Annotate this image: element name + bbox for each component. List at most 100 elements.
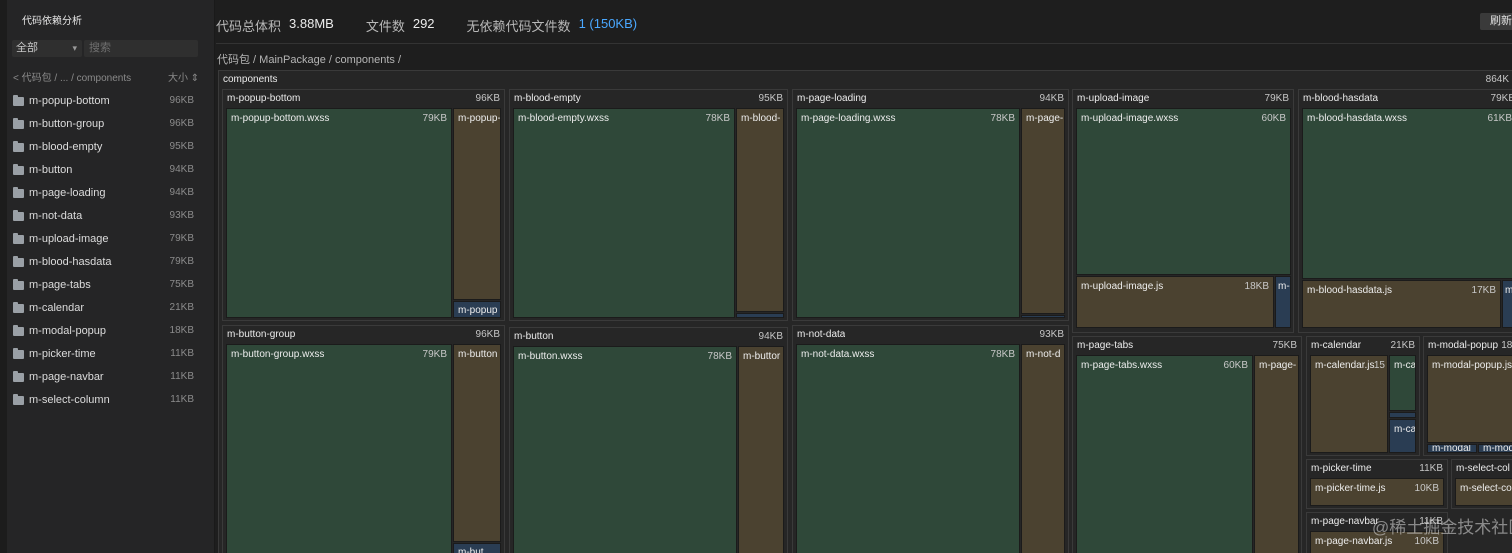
treemap-tile[interactable]: m-not-data.wxss 78KB <box>796 344 1020 553</box>
list-item[interactable]: m-button 94KB <box>0 159 215 182</box>
treemap-tile[interactable]: m-blood-hasdata.js 17KB <box>1302 280 1501 328</box>
folder-icon <box>13 302 24 313</box>
panel-title: 代码依赖分析 <box>22 16 82 27</box>
treemap-tile[interactable]: m-buttor <box>738 346 784 553</box>
sort-by-size-button[interactable]: 大小 ⇕ <box>168 69 199 84</box>
group-size: 11KB <box>1419 463 1443 474</box>
treemap-tile[interactable]: m-blood-hasdata.wxss 61KB <box>1302 108 1512 279</box>
treemap-tile[interactable]: m-button <box>453 344 501 542</box>
treemap-tile[interactable]: m- <box>1275 276 1291 328</box>
list-item[interactable]: m-page-tabs 75KB <box>0 274 215 297</box>
list-item[interactable]: m-popup-bottom 96KB <box>0 90 215 113</box>
treemap-tile[interactable]: m-popup <box>453 301 501 318</box>
filter-select-value: 全部 <box>16 42 38 54</box>
treemap-tile[interactable]: m-upload-image.js 18KB <box>1076 276 1274 328</box>
treemap-tile[interactable]: m-ca <box>1389 419 1416 453</box>
treemap-tile[interactable]: m-page- <box>1021 108 1065 314</box>
list-item[interactable]: m-blood-empty 95KB <box>0 136 215 159</box>
group-size: 79KB <box>1264 93 1289 104</box>
tile-name: m-mod <box>1483 444 1512 453</box>
tile-size: 78KB <box>705 113 730 124</box>
treemap-group[interactable]: m-not-data 93KB m-not-data.wxss 78KB m-no… <box>792 325 1069 553</box>
sidebar-breadcrumb[interactable]: < 代码包 / ... / components <box>13 69 131 84</box>
treemap-group[interactable]: m-picker-time 11KB m-picker-time.js 10KB <box>1306 459 1448 509</box>
group-size: 96KB <box>475 93 500 104</box>
treemap-tile[interactable]: m-ca <box>1389 355 1416 411</box>
treemap-group[interactable]: m-blood-empty 95KB m-blood-empty.wxss 78K… <box>509 89 788 321</box>
treemap-tile[interactable]: m-upload-image.wxss 60KB <box>1076 108 1291 275</box>
treemap-tile[interactable]: m-page-loading.wxss 78KB <box>796 108 1020 318</box>
treemap-group[interactable]: m-modal-popup 18K m-modal-popup.js m-mod… <box>1423 336 1512 456</box>
tile-name: m-popup- <box>458 113 501 124</box>
treemap-tile[interactable]: m-page- <box>1254 355 1299 553</box>
filter-select[interactable]: 全部 ▾ <box>12 40 82 57</box>
folder-icon <box>13 371 24 382</box>
treemap-tile[interactable]: m-calendar.js 15 <box>1310 355 1388 453</box>
tile-name: m-popup-bottom.wxss <box>231 113 330 124</box>
treemap-tile[interactable]: m-picker-time.js 10KB <box>1310 478 1444 506</box>
unused-files-link[interactable]: 1 (150KB) <box>579 16 638 34</box>
group-size: 79KB <box>1490 93 1512 104</box>
search-input[interactable]: 搜索 <box>84 40 198 57</box>
treemap-tile[interactable]: m-popup-bottom.wxss 79KB <box>226 108 452 318</box>
group-size: 75KB <box>1272 340 1297 351</box>
folder-size: 96KB <box>169 118 194 129</box>
group-size: 94KB <box>1039 93 1064 104</box>
tile-size: 60KB <box>1223 360 1248 371</box>
treemap-tile[interactable]: m-but <box>453 543 501 553</box>
treemap-group[interactable]: m-button 94KB m-button.wxss 78KB m-buttor <box>509 327 788 553</box>
treemap-tile[interactable]: m-mod <box>1478 444 1512 453</box>
list-item[interactable]: m-upload-image 79KB <box>0 228 215 251</box>
chevron-down-icon: ▾ <box>72 43 77 53</box>
list-item[interactable]: m-picker-time 11KB <box>0 343 215 366</box>
list-item[interactable]: m-page-loading 94KB <box>0 182 215 205</box>
treemap-tile[interactable]: m-button-group.wxss 79KB <box>226 344 452 553</box>
list-item[interactable]: m-blood-hasdata 79KB <box>0 251 215 274</box>
breadcrumb[interactable]: 代码包 / MainPackage / components / <box>217 51 401 67</box>
list-item[interactable]: m-page-navbar 11KB <box>0 366 215 389</box>
treemap-root[interactable]: components 864K m-popup-bottom 96KB m-po… <box>218 70 1512 553</box>
group-title: m-page-tabs <box>1077 340 1134 351</box>
treemap-group[interactable]: m-page-loading 94KB m-page-loading.wxss 7… <box>792 89 1069 321</box>
treemap-group[interactable]: m-page-tabs 75KB m-page-tabs.wxss 60KB m-… <box>1072 336 1302 553</box>
treemap-tile[interactable]: m-blood-empty.wxss 78KB <box>513 108 735 318</box>
treemap-tile[interactable] <box>1389 412 1416 418</box>
tile-size: 17KB <box>1471 285 1496 296</box>
treemap-group[interactable]: m-popup-bottom 96KB m-popup-bottom.wxss 7… <box>222 89 505 321</box>
sidebar: 代码依赖分析 全部 ▾ 搜索 < 代码包 / ... / components … <box>0 0 215 553</box>
treemap-tile[interactable]: m-modal <box>1427 444 1477 453</box>
list-item[interactable]: m-button-group 96KB <box>0 113 215 136</box>
group-size: 21KB <box>1390 340 1415 351</box>
treemap-tile[interactable]: m-button.wxss 78KB <box>513 346 737 553</box>
treemap-group[interactable]: m-blood-hasdata 79KB m-blood-hasdata.wxs… <box>1298 89 1512 333</box>
tile-name: m-picker-time.js <box>1315 483 1386 494</box>
treemap-tile[interactable]: m-page-tabs.wxss 60KB <box>1076 355 1253 553</box>
treemap-tile[interactable] <box>736 313 784 318</box>
list-item[interactable]: m-not-data 93KB <box>0 205 215 228</box>
group-title: m-page-navbar <box>1311 516 1379 527</box>
treemap-group[interactable]: m-calendar 21KB m-calendar.js 15 m-ca m-c… <box>1306 336 1420 456</box>
list-item[interactable]: m-calendar 21KB <box>0 297 215 320</box>
treemap-tile[interactable]: m-modal-popup.js <box>1427 355 1512 443</box>
treemap-tile[interactable]: m <box>1502 280 1512 328</box>
treemap-tile[interactable]: m-popup- <box>453 108 501 300</box>
treemap-group[interactable]: m-upload-image 79KB m-upload-image.wxss 6… <box>1072 89 1294 333</box>
treemap-tile[interactable]: m-select-co <box>1455 478 1512 506</box>
list-item[interactable]: m-select-column 11KB <box>0 389 215 412</box>
treemap-tile[interactable]: m-not-d <box>1021 344 1065 553</box>
folder-icon <box>13 325 24 336</box>
treemap-tile[interactable]: m-blood- <box>736 108 784 312</box>
group-title: m-picker-time <box>1311 463 1372 474</box>
refresh-button[interactable]: 刷新 <box>1480 13 1512 30</box>
tile-name: m-blood- <box>741 113 781 124</box>
treemap-group[interactable]: m-select-col m-select-co <box>1451 459 1512 509</box>
list-item[interactable]: m-modal-popup 18KB <box>0 320 215 343</box>
folder-name: m-button-group <box>29 118 105 130</box>
header-divider <box>216 43 1512 44</box>
folder-size: 11KB <box>170 371 194 382</box>
folder-icon <box>13 187 24 198</box>
treemap-tile[interactable] <box>1021 315 1065 318</box>
file-count-label: 文件数 <box>365 19 405 34</box>
tile-size: 15 <box>1373 360 1385 371</box>
treemap-group[interactable]: m-button-group 96KB m-button-group.wxss 7… <box>222 325 505 553</box>
